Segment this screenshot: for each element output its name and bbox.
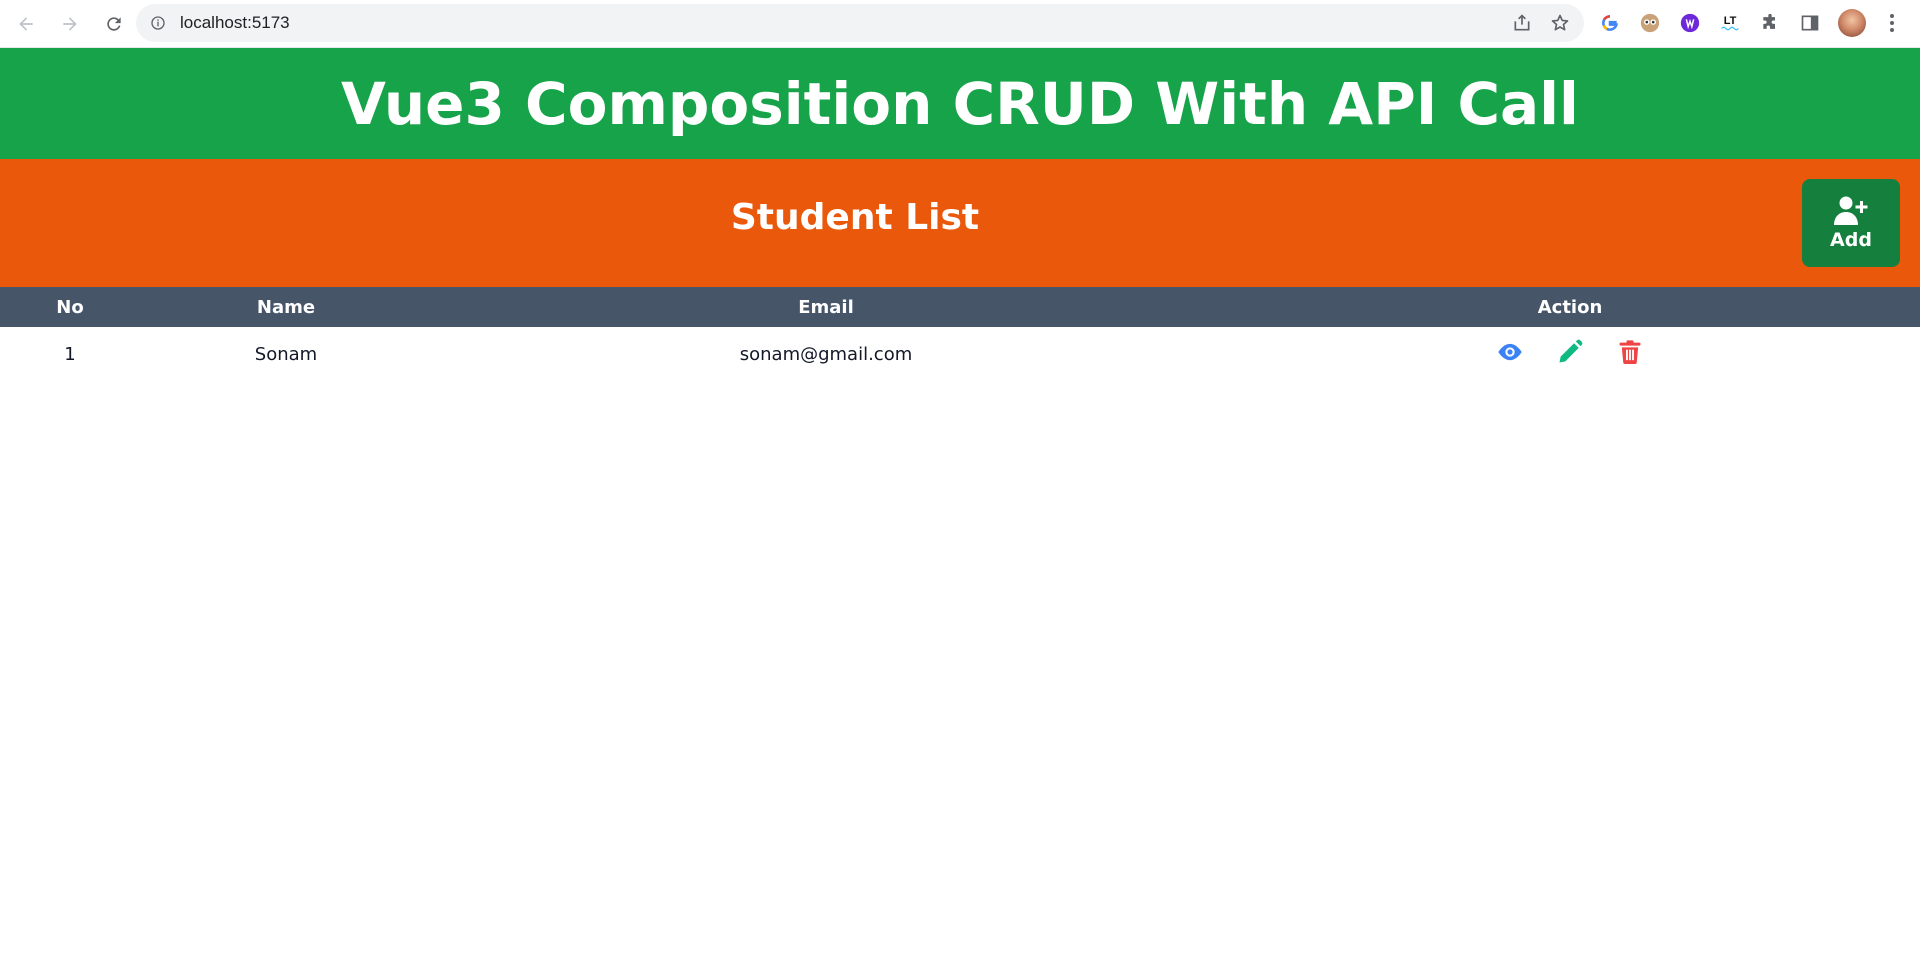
reload-icon	[107, 16, 121, 31]
bookmark-star-icon[interactable]	[1550, 13, 1570, 33]
menu-kebab-icon[interactable]	[1882, 14, 1902, 32]
app-title: Vue3 Composition CRUD With API Call	[341, 69, 1579, 138]
user-plus-icon	[1834, 196, 1868, 225]
profile-avatar[interactable]	[1838, 9, 1866, 37]
edit-button[interactable]	[1555, 337, 1585, 367]
extensions-bar: LT	[1598, 4, 1902, 42]
student-list-bar: Student List Add	[0, 159, 1920, 287]
owl-extension-icon[interactable]	[1638, 11, 1662, 35]
back-button[interactable]	[6, 4, 46, 44]
view-icon	[1498, 343, 1522, 361]
student-list-title: Student List	[730, 197, 980, 238]
reload-button[interactable]	[94, 4, 134, 44]
address-bar[interactable]: localhost:5173	[136, 4, 1584, 42]
cell-name: Sonam	[254, 343, 318, 365]
column-header-no: No	[56, 296, 84, 318]
view-button[interactable]	[1495, 337, 1525, 367]
site-info-icon[interactable]	[150, 15, 166, 31]
back-icon	[19, 16, 33, 31]
side-panel-icon[interactable]	[1798, 11, 1822, 35]
column-header-name: Name	[256, 296, 316, 318]
add-button-label: Add	[1830, 229, 1872, 251]
edit-icon	[1559, 339, 1583, 363]
add-student-button[interactable]: Add	[1802, 179, 1900, 267]
row-actions	[1495, 337, 1645, 367]
cell-email: sonam@gmail.com	[739, 343, 913, 365]
students-table: No Name Email Action 1 Sonam sonam@gmail…	[0, 287, 1920, 381]
cell-no: 1	[64, 343, 76, 365]
app-header: Vue3 Composition CRUD With API Call	[0, 48, 1920, 159]
cell-actions	[1220, 327, 1920, 381]
purple-extension-icon[interactable]	[1678, 11, 1702, 35]
forward-button[interactable]	[50, 4, 90, 44]
url-text[interactable]: localhost:5173	[180, 13, 290, 33]
column-header-email: Email	[798, 296, 854, 318]
delete-button[interactable]	[1615, 337, 1645, 367]
forward-icon	[63, 16, 77, 31]
delete-icon	[1619, 340, 1641, 365]
table-header-row: No Name Email Action	[0, 287, 1920, 327]
share-icon[interactable]	[1512, 13, 1532, 33]
google-extension-icon[interactable]	[1598, 11, 1622, 35]
column-header-action: Action	[1537, 296, 1603, 318]
table-row: 1 Sonam sonam@gmail.com	[0, 327, 1920, 381]
lt-extension-icon[interactable]: LT	[1718, 11, 1742, 35]
browser-toolbar: localhost:5173 LT	[0, 0, 1920, 48]
lt-extension-label: LT	[1723, 14, 1737, 27]
extensions-puzzle-icon[interactable]	[1758, 11, 1782, 35]
